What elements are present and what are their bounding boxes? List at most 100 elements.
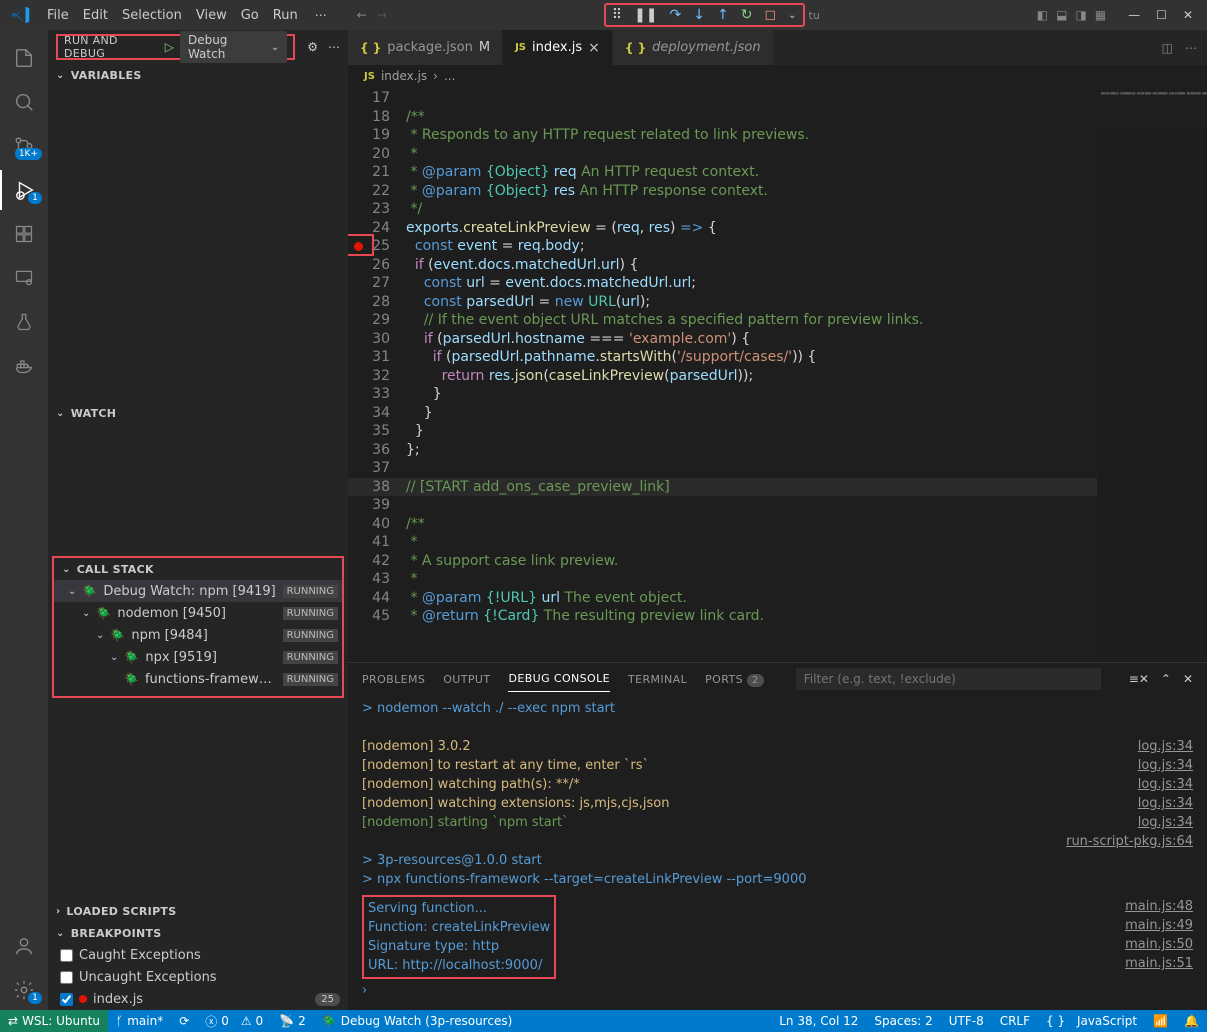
- section-watch[interactable]: ⌄WATCH: [48, 402, 348, 424]
- split-editor-icon[interactable]: ◫: [1162, 41, 1173, 55]
- source-link[interactable]: main.js:51: [1109, 954, 1193, 973]
- menu-overflow-icon[interactable]: ⋯: [309, 8, 333, 22]
- layout-bottom-icon[interactable]: ⬓: [1056, 8, 1067, 22]
- accounts-icon[interactable]: [0, 926, 48, 966]
- editor-tab[interactable]: JSindex.js×: [503, 30, 613, 65]
- source-link[interactable]: log.js:34: [1122, 775, 1193, 794]
- sync-icon[interactable]: ⟳: [171, 1010, 197, 1032]
- drag-handle-icon[interactable]: ⠿: [612, 7, 622, 23]
- console-clear-icon[interactable]: ≡✕: [1129, 672, 1149, 686]
- remote-indicator[interactable]: ⇄WSL: Ubuntu: [0, 1010, 108, 1032]
- debug-config-select[interactable]: Debug Watch⌄: [180, 31, 287, 63]
- layout-right-icon[interactable]: ◨: [1075, 8, 1086, 22]
- console-input-prompt[interactable]: ›: [362, 979, 1193, 1002]
- search-icon[interactable]: [0, 82, 48, 122]
- more-editor-icon[interactable]: ⋯: [1185, 41, 1197, 55]
- minimap[interactable]: ███ ██ ████ █\n█ ██████ ██\n██ ██ ████\n…: [1097, 87, 1207, 662]
- source-link[interactable]: run-script-pkg.js:64: [1050, 832, 1193, 851]
- layout-custom-icon[interactable]: ▦: [1095, 8, 1106, 22]
- status-badge: RUNNING: [283, 585, 338, 598]
- source-link[interactable]: log.js:34: [1122, 756, 1193, 775]
- step-into-icon[interactable]: ↓: [693, 7, 705, 23]
- callstack-item[interactable]: 🪲functions-framework [954…RUNNING: [54, 668, 342, 690]
- panel-tab-debug-console[interactable]: DEBUG CONSOLE: [508, 666, 610, 692]
- layout-left-icon[interactable]: ◧: [1037, 8, 1048, 22]
- editor-tab[interactable]: { }package.jsonM: [348, 30, 503, 65]
- source-link[interactable]: main.js:49: [1109, 916, 1193, 935]
- git-branch[interactable]: ᚶmain*: [108, 1010, 171, 1032]
- section-breakpoints[interactable]: ⌄BREAKPOINTS: [48, 922, 348, 944]
- docker-icon[interactable]: [0, 346, 48, 386]
- breadcrumb[interactable]: JS index.js › ...: [348, 65, 1207, 87]
- panel-tab-terminal[interactable]: TERMINAL: [628, 667, 687, 692]
- restart-icon[interactable]: ↻: [741, 7, 753, 23]
- indentation[interactable]: Spaces: 2: [866, 1014, 940, 1028]
- bp-file-row[interactable]: index.js25: [48, 988, 348, 1010]
- callstack-item[interactable]: ⌄🪲nodemon [9450]RUNNING: [54, 602, 342, 624]
- section-loaded-scripts[interactable]: ›LOADED SCRIPTS: [48, 900, 348, 922]
- remote-explorer-icon[interactable]: [0, 258, 48, 298]
- problems-status[interactable]: ⓧ0 ⚠0: [197, 1010, 271, 1032]
- callstack-item[interactable]: ⌄🪲Debug Watch: npm [9419]RUNNING: [54, 580, 342, 602]
- nav-back-icon[interactable]: ←: [357, 8, 367, 22]
- stop-icon[interactable]: ◻: [764, 7, 776, 23]
- menu-go[interactable]: Go: [234, 4, 266, 27]
- callstack-item[interactable]: ⌄🪲npm [9484]RUNNING: [54, 624, 342, 646]
- menu-run[interactable]: Run: [266, 4, 305, 27]
- debug-status[interactable]: 🪲Debug Watch (3p-resources): [314, 1010, 521, 1032]
- checkbox[interactable]: [60, 993, 73, 1006]
- serving-output: Serving function...Function: createLinkP…: [362, 895, 556, 979]
- feedback-icon[interactable]: 📶: [1145, 1014, 1176, 1028]
- language-mode[interactable]: { } JavaScript: [1038, 1014, 1145, 1028]
- source-link[interactable]: log.js:34: [1122, 813, 1193, 832]
- bp-uncaught-exceptions[interactable]: Uncaught Exceptions: [48, 966, 348, 988]
- source-link[interactable]: main.js:50: [1109, 935, 1193, 954]
- explorer-icon[interactable]: [0, 38, 48, 78]
- nav-fwd-icon[interactable]: →: [377, 8, 387, 22]
- console-filter-input[interactable]: [796, 668, 1101, 690]
- settings-icon[interactable]: 1: [0, 970, 48, 1010]
- source-link[interactable]: log.js:34: [1122, 737, 1193, 756]
- start-debug-icon[interactable]: ▷: [165, 40, 174, 54]
- ports-status[interactable]: 📡2: [271, 1010, 314, 1032]
- callstack-item[interactable]: ⌄🪲npx [9519]RUNNING: [54, 646, 342, 668]
- debug-dropdown-icon[interactable]: ⌄: [788, 10, 796, 21]
- panel-tab-ports[interactable]: PORTS2: [705, 667, 764, 692]
- debug-alt-icon: 🪲: [322, 1014, 337, 1028]
- extensions-icon[interactable]: [0, 214, 48, 254]
- source-link[interactable]: main.js:48: [1109, 897, 1193, 916]
- source-control-icon[interactable]: 1K+: [0, 126, 48, 166]
- eol[interactable]: CRLF: [992, 1014, 1038, 1028]
- run-debug-icon[interactable]: 1: [0, 170, 48, 210]
- testing-icon[interactable]: [0, 302, 48, 342]
- debug-more-icon[interactable]: ⋯: [328, 40, 340, 54]
- menu-selection[interactable]: Selection: [115, 4, 189, 27]
- step-over-icon[interactable]: ↷: [670, 7, 682, 23]
- checkbox[interactable]: [60, 949, 73, 962]
- section-call-stack[interactable]: ⌄CALL STACK: [54, 558, 342, 580]
- panel-tab-output[interactable]: OUTPUT: [443, 667, 490, 692]
- checkbox[interactable]: [60, 971, 73, 984]
- panel-tab-problems[interactable]: PROBLEMS: [362, 667, 425, 692]
- encoding[interactable]: UTF-8: [941, 1014, 992, 1028]
- editor-tab[interactable]: { }deployment.json: [613, 30, 774, 65]
- notifications-icon[interactable]: 🔔: [1176, 1014, 1207, 1028]
- step-out-icon[interactable]: ↑: [717, 7, 729, 23]
- maximize-icon[interactable]: ☐: [1156, 8, 1167, 22]
- close-icon[interactable]: ✕: [1183, 8, 1193, 22]
- close-tab-icon[interactable]: ×: [588, 40, 600, 56]
- menu-view[interactable]: View: [189, 4, 234, 27]
- debug-gear-icon[interactable]: ⚙: [307, 40, 318, 54]
- cursor-position[interactable]: Ln 38, Col 12: [771, 1014, 866, 1028]
- menu-edit[interactable]: Edit: [76, 4, 115, 27]
- debug-console[interactable]: > nodemon --watch ./ --exec npm start [n…: [348, 695, 1207, 1010]
- panel-maximize-icon[interactable]: ⌃: [1161, 672, 1171, 686]
- pause-icon[interactable]: ❚❚: [634, 7, 657, 23]
- minimize-icon[interactable]: —: [1128, 8, 1140, 22]
- section-variables[interactable]: ⌄VARIABLES: [48, 64, 348, 86]
- menu-file[interactable]: File: [40, 4, 76, 27]
- panel-close-icon[interactable]: ✕: [1183, 672, 1193, 686]
- bp-caught-exceptions[interactable]: Caught Exceptions: [48, 944, 348, 966]
- code-editor[interactable]: 1718/**19 * Responds to any HTTP request…: [348, 87, 1097, 662]
- source-link[interactable]: log.js:34: [1122, 794, 1193, 813]
